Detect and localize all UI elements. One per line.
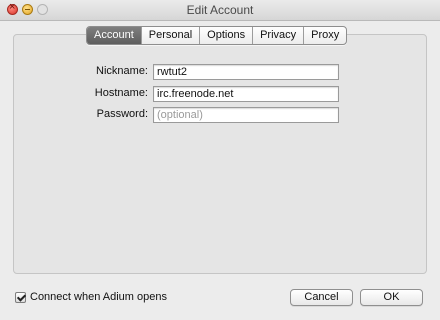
nickname-field[interactable]: rwtut2 [153,64,339,80]
connect-on-launch-checkbox[interactable] [15,292,26,303]
cancel-button[interactable]: Cancel [290,289,353,306]
password-label: Password: [96,108,148,120]
tab-personal[interactable]: Personal [140,27,199,44]
tab-privacy[interactable]: Privacy [252,27,303,44]
ok-button[interactable]: OK [360,289,423,306]
nickname-label: Nickname: [96,65,148,77]
password-row: Password: (optional) [0,107,440,123]
hostname-row: Hostname: irc.freenode.net [0,86,440,102]
hostname-label: Hostname: [94,87,148,99]
connect-on-launch-label: Connect when Adium opens [30,291,167,303]
hostname-field[interactable]: irc.freenode.net [153,86,339,102]
password-field[interactable]: (optional) [153,107,339,123]
window-title: Edit Account [186,3,254,17]
tab-account[interactable]: Account [87,27,141,44]
edit-account-window: Edit Account Account Personal Options Pr… [0,0,440,320]
tab-proxy[interactable]: Proxy [303,27,346,44]
tab-bar: Account Personal Options Privacy Proxy [86,26,348,45]
nickname-row: Nickname: rwtut2 [0,64,440,80]
title-bar: Edit Account [0,0,440,21]
tab-options[interactable]: Options [199,27,252,44]
